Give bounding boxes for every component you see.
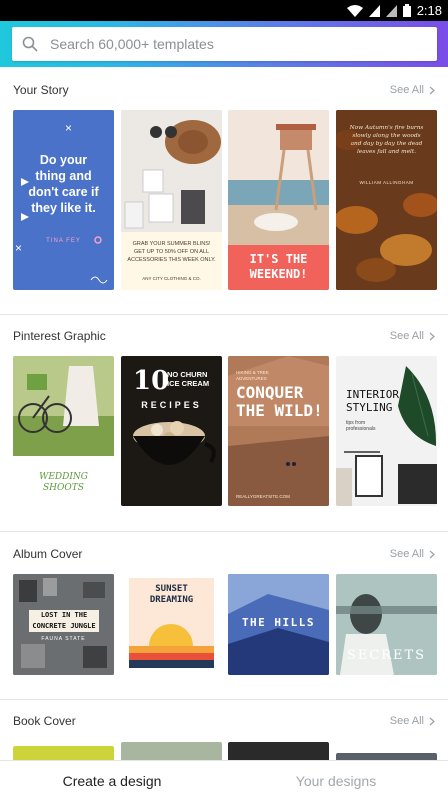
album-title: SECRETS: [346, 648, 427, 663]
template-tile[interactable]: Now Autumn's fire burns slowly along the…: [336, 110, 437, 290]
see-all-label: See All: [389, 715, 424, 727]
chevron-right-icon: [429, 332, 435, 340]
quote-text: Do your thing and don't care if they lik…: [28, 153, 99, 215]
see-all-pinterest-graphic[interactable]: See All: [390, 330, 435, 342]
search-input[interactable]: Search 60,000+ templates: [50, 36, 214, 52]
album-title: SUNSET DREAMING: [149, 584, 194, 605]
see-all-label: See All: [389, 548, 424, 560]
template-tile[interactable]: LOST IN THE CONCRETE JUNGLE FAUNA STATE: [13, 574, 114, 675]
section-divider: [0, 531, 448, 532]
promo-brand: ANY CITY CLOTHING & CO.: [142, 276, 201, 281]
section-title: Your Story: [13, 83, 69, 97]
adventure-site: REALLYGREATSITE.COM: [236, 494, 290, 499]
see-all-book-cover[interactable]: See All: [390, 715, 435, 727]
adventure-kicker: HIKING & TREK ADVENTURES: [236, 370, 269, 381]
photo-bicycle-bride: [13, 356, 114, 456]
template-tile[interactable]: INTERIOR STYLING tips from professionals: [336, 356, 437, 506]
search-bar[interactable]: Search 60,000+ templates: [12, 27, 437, 61]
album-title: LOST IN THE CONCRETE JUNGLE: [29, 610, 99, 632]
section-divider: [0, 699, 448, 700]
wedding-title: WEDDING SHOOTS: [39, 472, 88, 493]
tab-your-designs[interactable]: Your designs: [224, 761, 448, 800]
section-album-cover: Album Cover See All: [0, 544, 448, 564]
adventure-headline: CONQUER THE WILD!: [236, 383, 323, 420]
template-tile[interactable]: HIKING & TREK ADVENTURES CONQUER THE WIL…: [228, 356, 329, 506]
bottom-nav: Create a design Your designs: [0, 760, 448, 800]
signal-2-icon: [385, 4, 397, 17]
album-artist: FAUNA STATE: [41, 636, 86, 642]
interior-title: INTERIOR STYLING: [346, 388, 399, 414]
see-all-album-cover[interactable]: See All: [390, 548, 435, 560]
battery-icon: [402, 4, 411, 17]
poem-author: WILLIAM ALLINGHAM: [359, 180, 414, 185]
signal-icon: [368, 4, 380, 17]
section-divider: [0, 314, 448, 315]
quote-author: TINA FEY: [46, 238, 81, 244]
promo-text: GRAB YOUR SUMMER BLINS! GET UP TO 50% OF…: [127, 241, 216, 263]
status-bar: 2:18: [0, 0, 448, 21]
status-time: 2:18: [416, 3, 442, 18]
template-tile[interactable]: SECRETS: [336, 574, 437, 675]
photo-ice-cream-bowl: [133, 421, 216, 465]
header: Search 60,000+ templates: [0, 21, 448, 67]
template-tile[interactable]: 10 NO CHURN ICE CREAM RECIPES: [121, 356, 222, 506]
template-tile[interactable]: [228, 742, 329, 760]
section-title: Pinterest Graphic: [13, 329, 106, 343]
template-feed[interactable]: Your Story See All × × Do your thing and…: [0, 67, 448, 760]
sunset-graphic: [129, 624, 214, 668]
template-tile[interactable]: × × Do your thing and don't care if they…: [13, 110, 114, 290]
photo-flatlay: [121, 110, 222, 232]
template-tile[interactable]: SUNSET DREAMING: [121, 574, 222, 675]
album-title: THE HILLS: [241, 616, 316, 629]
svg-text:×: ×: [65, 121, 72, 135]
template-tile[interactable]: [13, 746, 114, 760]
template-tile[interactable]: WEDDING SHOOTS: [13, 356, 114, 506]
section-title: Book Cover: [13, 714, 76, 728]
template-tile[interactable]: GRAB YOUR SUMMER BLINS! GET UP TO 50% OF…: [121, 110, 222, 290]
recipe-number: 10: [133, 366, 170, 396]
poem-text: Now Autumn's fire burns slowly along the…: [349, 125, 424, 155]
chevron-right-icon: [429, 86, 435, 94]
section-book-cover: Book Cover See All: [0, 711, 448, 731]
recipe-subtitle: NO CHURN ICE CREAM: [167, 370, 210, 388]
see-all-label: See All: [389, 84, 424, 96]
see-all-label: See All: [389, 330, 424, 342]
template-tile[interactable]: [121, 742, 222, 760]
section-your-story: Your Story See All: [0, 80, 448, 100]
interior-subtitle: tips from professionals: [346, 420, 376, 432]
tab-create-a-design[interactable]: Create a design: [0, 761, 224, 800]
recipe-title: RECIPES: [141, 400, 202, 410]
headline-text: IT'S THE WEEKEND!: [249, 252, 308, 281]
section-pinterest-graphic: Pinterest Graphic See All: [0, 326, 448, 346]
chevron-right-icon: [429, 717, 435, 725]
section-title: Album Cover: [13, 547, 83, 561]
wifi-icon: [346, 4, 363, 17]
template-tile[interactable]: IT'S THE WEEKEND!: [228, 110, 329, 290]
search-icon: [22, 36, 38, 52]
template-tile[interactable]: [336, 753, 437, 760]
see-all-your-story[interactable]: See All: [390, 84, 435, 96]
template-tile[interactable]: THE HILLS: [228, 574, 329, 675]
chevron-right-icon: [429, 550, 435, 558]
